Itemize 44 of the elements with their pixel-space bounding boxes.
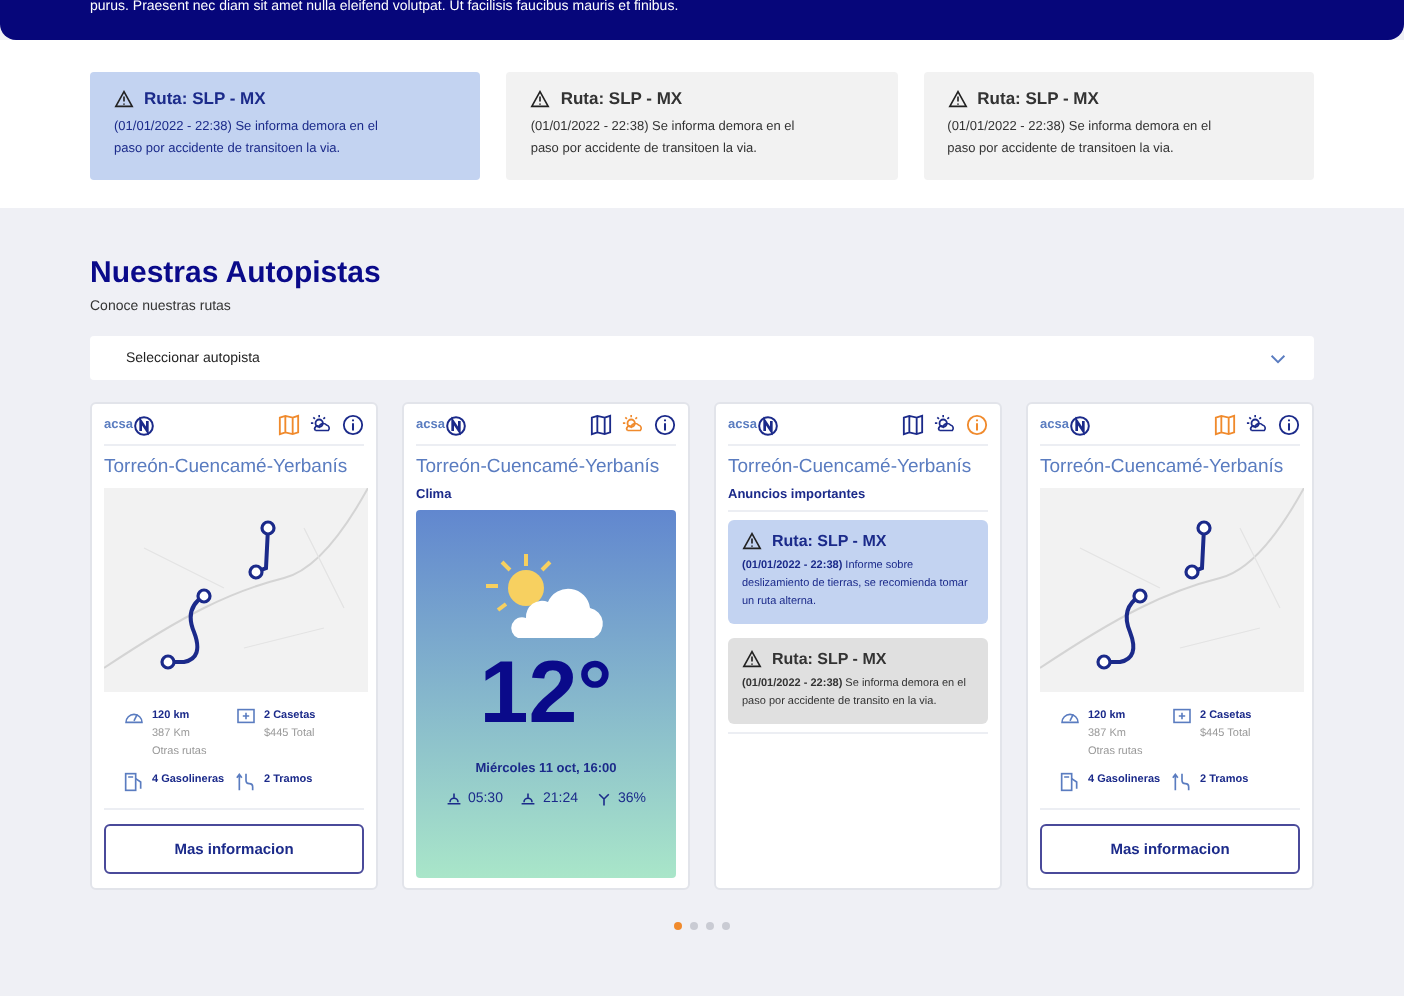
alert-title: Ruta: SLP - MX — [977, 88, 1099, 108]
weather-tab[interactable] — [934, 414, 956, 436]
humidity-icon — [596, 792, 613, 806]
map-tab[interactable] — [902, 414, 924, 436]
gas-pump-icon — [124, 772, 144, 792]
logo-icon — [446, 415, 467, 435]
speedometer-icon — [1060, 708, 1080, 724]
route-arrows-icon — [1172, 772, 1192, 792]
speedometer-icon — [124, 708, 144, 724]
route-title: Torreón-Cuencamé-Yerbanís — [416, 456, 662, 478]
info-tab[interactable] — [1278, 414, 1300, 436]
logo-icon — [758, 415, 779, 435]
warning-icon — [114, 89, 134, 107]
warning-icon — [530, 89, 551, 107]
weather-tab[interactable] — [1246, 414, 1268, 436]
pager-dot[interactable] — [706, 922, 714, 930]
map-tab[interactable] — [590, 414, 612, 436]
sunset-icon — [520, 792, 537, 806]
toll-booth-icon — [236, 708, 256, 724]
temperature-text: 12° — [479, 650, 613, 738]
logo-icon — [134, 415, 155, 435]
pager-dot[interactable] — [722, 922, 730, 930]
notice-title: Ruta: SLP - MX — [772, 532, 887, 550]
alert-title: Ruta: SLP - MX — [560, 88, 683, 108]
weather-tab[interactable] — [310, 414, 332, 436]
info-tab[interactable] — [342, 414, 364, 436]
route-arrows-icon — [236, 772, 256, 792]
warning-icon — [947, 89, 968, 107]
warning-icon — [742, 532, 762, 550]
gas-pump-icon — [1060, 772, 1080, 792]
toll-booth-icon — [1172, 708, 1192, 724]
info-tab[interactable] — [654, 414, 676, 436]
route-title: Torreón-Cuencamé-Yerbanís — [1040, 456, 1286, 478]
pager-dot[interactable] — [674, 922, 682, 930]
alert-title: Ruta: SLP - MX — [144, 88, 266, 108]
route-title: Torreón-Cuencamé-Yerbanís — [728, 456, 974, 478]
sunrise-icon — [445, 792, 462, 806]
chevron-down-icon — [1270, 354, 1286, 364]
warning-icon — [742, 650, 762, 668]
notice-title: Ruta: SLP - MX — [772, 650, 887, 668]
pager-dot[interactable] — [690, 922, 698, 930]
route-title: Torreón-Cuencamé-Yerbanís — [104, 456, 350, 478]
logo-icon — [1070, 415, 1091, 435]
section-title: Nuestras Autopistas — [90, 256, 383, 290]
